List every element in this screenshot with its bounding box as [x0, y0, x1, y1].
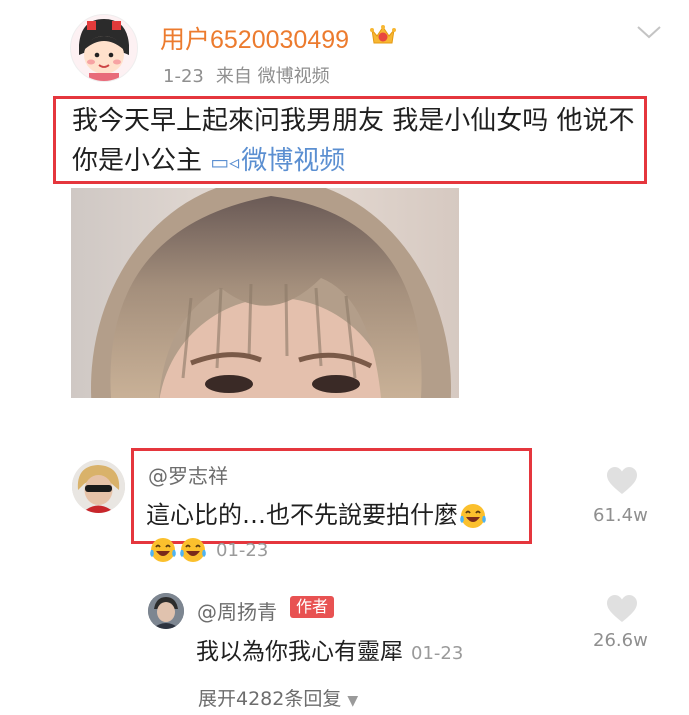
person-avatar-icon — [148, 593, 184, 629]
reply-avatar[interactable] — [148, 593, 184, 629]
comment-author[interactable]: @罗志祥 — [148, 460, 228, 489]
person-avatar-icon — [72, 460, 125, 513]
commenter-avatar[interactable] — [72, 460, 125, 513]
chevron-down-icon[interactable] — [636, 24, 662, 40]
author-badge: 作者 — [290, 596, 335, 618]
video-thumbnail[interactable] — [71, 188, 459, 398]
expand-replies-button[interactable]: 展开4282条回复 ▼ — [198, 684, 358, 711]
reply-date: 01-23 — [411, 643, 464, 664]
post-date: 1-23 — [163, 66, 204, 87]
expand-replies-label: 展开4282条回复 — [198, 688, 342, 710]
cartoon-avatar-icon — [71, 15, 137, 81]
post-body-text: 我今天早上起來问我男朋友 我是小仙女吗 他说不 你是小公主 — [72, 106, 635, 176]
reply-text: 我以為你我心有靈犀 01-23 — [196, 632, 463, 666]
post-username[interactable]: 用户6520030499 — [160, 20, 349, 56]
like-count: 61.4w — [593, 505, 648, 526]
like-heart-icon[interactable] — [606, 466, 638, 496]
reply-author[interactable]: @周扬青 — [197, 596, 277, 625]
triangle-down-icon: ▼ — [347, 693, 359, 709]
laugh-cry-emoji-icon — [460, 504, 486, 528]
vip-crown-icon — [369, 22, 397, 46]
post-text: 我今天早上起來问我男朋友 我是小仙女吗 他说不 你是小公主 ▭◃微博视频 — [72, 101, 650, 182]
video-frame-image — [71, 188, 459, 398]
post-meta: 1-23 来自 微博视频 — [163, 62, 330, 88]
reply-body: 我以為你我心有靈犀 — [196, 639, 403, 665]
user-avatar[interactable] — [70, 14, 138, 82]
video-link-label: 微博视频 — [241, 146, 346, 176]
video-link[interactable]: ▭◃微博视频 — [210, 146, 345, 176]
laugh-cry-emoji-icon — [150, 538, 176, 562]
comment-body: 這心比的…也不先說要拍什麼 — [146, 501, 458, 529]
like-count: 26.6w — [593, 630, 648, 651]
comment-meta: 01-23 — [148, 535, 268, 565]
comment-text: 這心比的…也不先說要拍什麼 — [146, 495, 488, 531]
laugh-cry-emoji-icon — [180, 538, 206, 562]
comment-date: 01-23 — [216, 539, 269, 561]
like-heart-icon[interactable] — [606, 594, 638, 624]
video-camera-icon: ▭◃ — [210, 150, 240, 174]
post-source: 来自 微博视频 — [215, 66, 330, 87]
